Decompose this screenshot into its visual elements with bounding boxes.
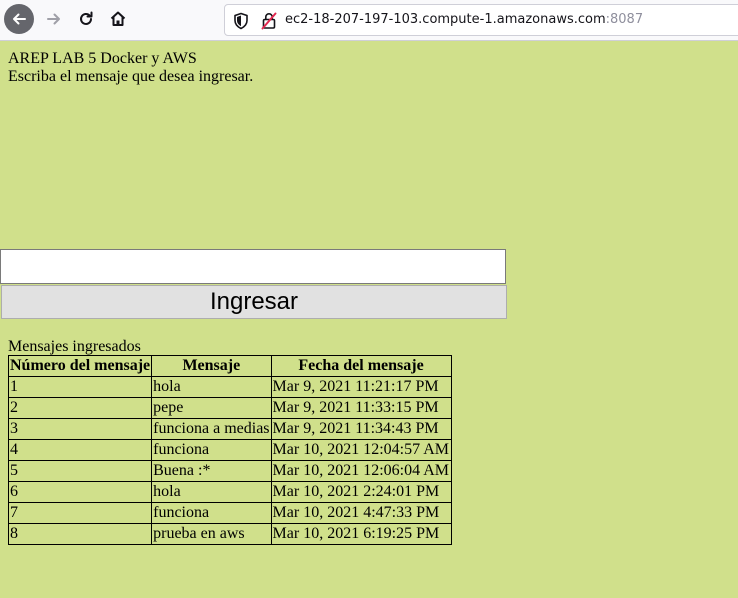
reload-icon (80, 11, 93, 25)
cell-message: prueba en aws (151, 523, 272, 545)
cell-message: funciona a medias (151, 418, 272, 440)
table-row: 8 prueba en aws Mar 10, 2021 6:19:25 PM (7, 523, 452, 545)
cell-message: pepe (151, 397, 272, 419)
cell-message: hola (151, 376, 272, 398)
message-input[interactable] (0, 249, 506, 284)
cell-number: 8 (7, 523, 153, 545)
cell-date: Mar 10, 2021 2:24:01 PM (270, 481, 452, 503)
messages-caption: Mensajes ingresados (8, 338, 141, 355)
table-row: 7 funciona Mar 10, 2021 4:47:33 PM (7, 502, 452, 524)
table-row: 1 hola Mar 9, 2021 11:21:17 PM (7, 376, 452, 398)
table-row: 4 funciona Mar 10, 2021 12:04:57 AM (7, 439, 452, 461)
cell-number: 6 (7, 481, 153, 503)
cell-number: 2 (7, 397, 153, 419)
header-date: Fecha del mensaje (270, 355, 452, 377)
cell-message: hola (151, 481, 272, 503)
cell-date: Mar 10, 2021 6:19:25 PM (270, 523, 452, 545)
cell-message: Buena :* (151, 460, 272, 482)
url-host: ec2-18-207-197-103.compute-1.amazonaws.c… (285, 12, 606, 27)
table-header-row: Número del mensaje Mensaje Fecha del men… (7, 355, 452, 377)
cell-number: 7 (7, 502, 153, 524)
url-port: :8087 (605, 12, 644, 27)
header-number: Número del mensaje (7, 355, 153, 377)
site-security-button[interactable] (261, 12, 277, 35)
tracking-protection-button[interactable] (233, 12, 249, 35)
table-row: 3 funciona a medias Mar 9, 2021 11:34:43… (7, 418, 452, 440)
forward-arrow-icon (47, 13, 60, 25)
back-arrow-icon (13, 13, 26, 25)
reload-button[interactable] (71, 4, 101, 34)
cell-number: 1 (7, 376, 153, 398)
cell-date: Mar 9, 2021 11:21:17 PM (270, 376, 452, 398)
cell-date: Mar 9, 2021 11:33:15 PM (270, 397, 452, 419)
cell-date: Mar 10, 2021 12:06:04 AM (270, 460, 452, 482)
header-message: Mensaje (151, 355, 272, 377)
cell-date: Mar 9, 2021 11:34:43 PM (270, 418, 452, 440)
table-row: 5 Buena :* Mar 10, 2021 12:06:04 AM (7, 460, 452, 482)
cell-number: 4 (7, 439, 153, 461)
address-bar[interactable]: ec2-18-207-197-103.compute-1.amazonaws.c… (224, 4, 738, 36)
insecure-lock-icon (261, 12, 277, 30)
cell-message: funciona (151, 502, 272, 524)
cell-message: funciona (151, 439, 272, 461)
cell-number: 3 (7, 418, 153, 440)
home-icon (110, 11, 126, 26)
submit-button[interactable]: Ingresar (1, 285, 507, 319)
cell-date: Mar 10, 2021 4:47:33 PM (270, 502, 452, 524)
table-row: 2 pepe Mar 9, 2021 11:33:15 PM (7, 397, 452, 419)
cell-date: Mar 10, 2021 12:04:57 AM (270, 439, 452, 461)
cell-number: 5 (7, 460, 153, 482)
page-title: AREP LAB 5 Docker y AWS (8, 50, 197, 67)
shield-icon (234, 12, 248, 30)
forward-button[interactable] (39, 4, 69, 34)
browser-toolbar: ec2-18-207-197-103.compute-1.amazonaws.c… (0, 0, 738, 41)
messages-table: Número del mensaje Mensaje Fecha del men… (7, 355, 452, 545)
table-row: 6 hola Mar 10, 2021 2:24:01 PM (7, 481, 452, 503)
back-button[interactable] (4, 4, 34, 34)
instruction-text: Escriba el mensaje que desea ingresar. (8, 68, 254, 85)
home-button[interactable] (103, 4, 133, 34)
url-text: ec2-18-207-197-103.compute-1.amazonaws.c… (285, 12, 643, 27)
